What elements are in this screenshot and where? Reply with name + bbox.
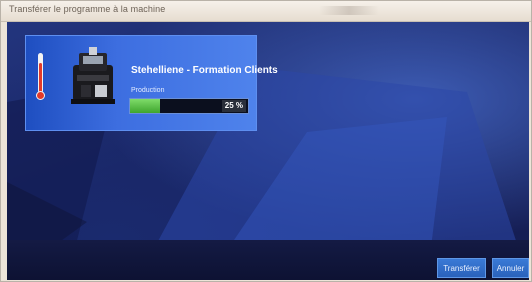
job-name: Stehelliene - Formation Clients	[131, 65, 278, 76]
transfer-button[interactable]: Transférer	[437, 258, 486, 278]
machine-icon	[71, 47, 115, 104]
thermometer-icon	[36, 53, 45, 101]
progress-percent: 25 %	[221, 100, 246, 112]
title-bar-decoration	[319, 6, 379, 15]
title-bar: Transférer le programme à la machine	[1, 1, 531, 22]
transfer-progress-bar: 25 %	[129, 98, 249, 114]
window-title: Transférer le programme à la machine	[9, 4, 166, 14]
transfer-panel: Transférer Annuler Stehelliene - Formati…	[7, 22, 529, 280]
transfer-window: Transférer le programme à la machine Tra…	[0, 0, 532, 282]
job-status: Production	[131, 87, 165, 94]
cancel-button[interactable]: Annuler	[492, 258, 529, 278]
job-card: Stehelliene - Formation Clients Producti…	[25, 35, 278, 131]
progress-fill	[130, 99, 160, 113]
